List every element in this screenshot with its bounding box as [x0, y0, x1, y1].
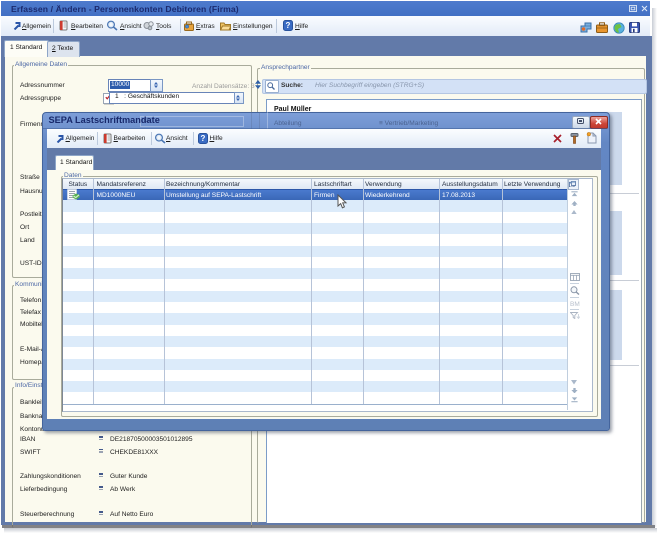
svg-text:BM: BM [570, 301, 580, 307]
svg-text:?: ? [286, 21, 291, 30]
svg-text:?: ? [200, 134, 205, 143]
